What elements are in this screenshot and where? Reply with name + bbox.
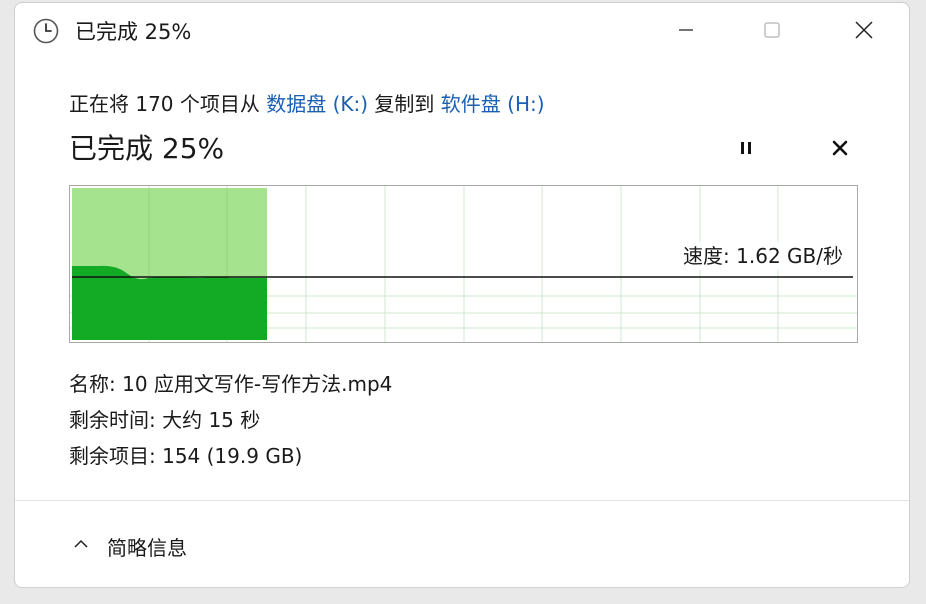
less-details-label: 简略信息 bbox=[107, 535, 187, 560]
clock-icon bbox=[33, 18, 59, 44]
copy-progress-dialog: 已完成 25% 正在将 170 个项目从 数据盘 (K:) 复制到 软件盘 (H… bbox=[14, 2, 910, 588]
window-title: 已完成 25% bbox=[75, 20, 192, 44]
title-bar[interactable]: 已完成 25% bbox=[15, 3, 909, 61]
file-name: 名称: 10 应用文写作-写作方法.mp4 bbox=[69, 372, 393, 396]
minimize-icon bbox=[676, 20, 696, 44]
progress-heading: 已完成 25% bbox=[69, 132, 225, 165]
minimize-button[interactable] bbox=[641, 3, 731, 61]
source-drive-link[interactable]: 数据盘 (K:) bbox=[266, 92, 368, 116]
speed-label: 速度: 1.62 GB/秒 bbox=[681, 242, 845, 270]
operation-description: 正在将 170 个项目从 数据盘 (K:) 复制到 软件盘 (H:) bbox=[69, 89, 545, 119]
maximize-icon bbox=[762, 20, 782, 44]
maximize-button[interactable] bbox=[727, 3, 817, 61]
cancel-icon bbox=[830, 138, 850, 162]
operation-prefix: 正在将 170 个项目从 bbox=[69, 92, 267, 116]
operation-middle: 复制到 bbox=[368, 92, 441, 116]
destination-drive-link[interactable]: 软件盘 (H:) bbox=[441, 92, 545, 116]
footer-divider bbox=[15, 500, 909, 501]
pause-button[interactable] bbox=[729, 133, 763, 167]
time-remaining: 剩余时间: 大约 15 秒 bbox=[69, 408, 261, 432]
chevron-up-icon bbox=[71, 534, 91, 559]
pause-icon bbox=[736, 138, 756, 162]
items-remaining: 剩余项目: 154 (19.9 GB) bbox=[69, 444, 303, 468]
close-icon bbox=[853, 19, 875, 45]
less-details-button[interactable]: 简略信息 bbox=[71, 529, 187, 563]
transfer-speed-graph: 速度: 1.62 GB/秒 bbox=[69, 185, 858, 343]
close-button[interactable] bbox=[819, 3, 909, 61]
cancel-button[interactable] bbox=[823, 133, 857, 167]
